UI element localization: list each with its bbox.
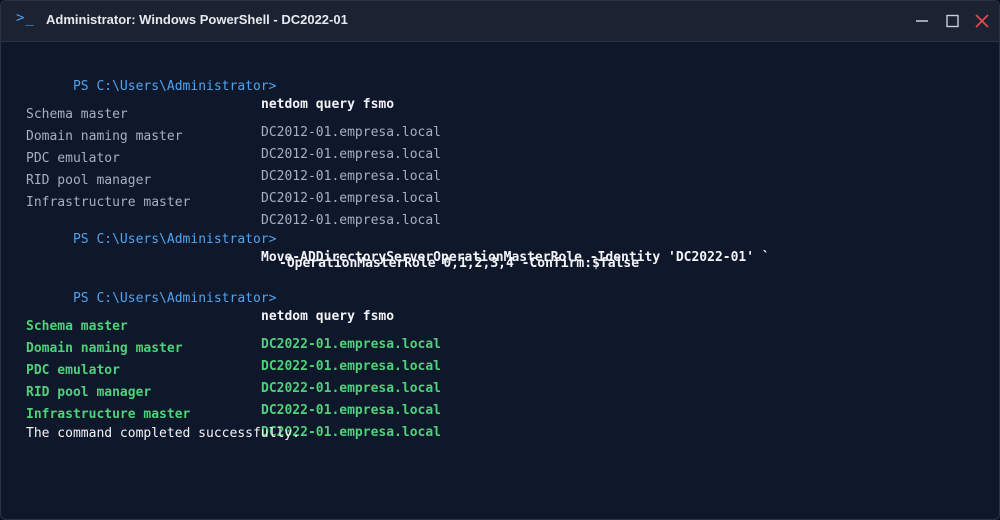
output-row: RID pool manager DC2012-01.empresa.local bbox=[26, 154, 441, 206]
powershell-icon: >_ bbox=[16, 10, 35, 26]
fsmo-holder: DC2022-01.empresa.local bbox=[261, 359, 442, 374]
continuation-line: -OperationMasterRole 0,1,2,3,4 -Confirm:… bbox=[26, 237, 639, 271]
output-row: RID pool manager DC2022-01.empresa.local bbox=[26, 366, 441, 418]
output-row: Domain naming master DC2012-01.empresa.l… bbox=[26, 110, 441, 162]
output-row: Schema master DC2022-01.empresa.local bbox=[26, 300, 441, 352]
maximize-button[interactable] bbox=[939, 9, 965, 33]
prompt: PS C:\Users\Administrator> bbox=[72, 232, 277, 247]
output-row: PDC emulator DC2022-01.empresa.local bbox=[26, 344, 441, 396]
fsmo-holder: DC2022-01.empresa.local bbox=[261, 381, 442, 396]
fsmo-holder: DC2012-01.empresa.local bbox=[261, 213, 442, 228]
fsmo-holder: DC2012-01.empresa.local bbox=[261, 125, 442, 140]
close-icon bbox=[975, 14, 989, 28]
fsmo-role: Infrastructure master bbox=[26, 407, 191, 422]
window-title: Administrator: Windows PowerShell - DC20… bbox=[46, 12, 348, 27]
prompt-line-3: PS C:\Users\Administrator> netdom query … bbox=[26, 272, 394, 324]
command-continuation: -OperationMasterRole 0,1,2,3,4 -Confirm:… bbox=[279, 256, 640, 271]
minimize-button[interactable] bbox=[909, 9, 935, 33]
output-row: Domain naming master DC2022-01.empresa.l… bbox=[26, 322, 441, 374]
maximize-icon bbox=[946, 14, 959, 28]
output-row: PDC emulator DC2012-01.empresa.local bbox=[26, 132, 441, 184]
fsmo-holder: DC2022-01.empresa.local bbox=[261, 403, 442, 418]
prompt-line-2: PS C:\Users\Administrator> Move-ADDirect… bbox=[26, 213, 770, 265]
minimize-icon bbox=[916, 20, 928, 22]
powershell-window: >_ Administrator: Windows PowerShell - D… bbox=[0, 0, 1000, 520]
terminal-output[interactable]: PS C:\Users\Administrator> netdom query … bbox=[1, 42, 999, 519]
title-bar[interactable]: >_ Administrator: Windows PowerShell - D… bbox=[1, 1, 999, 42]
command-text: netdom query fsmo bbox=[261, 309, 395, 324]
output-row: Schema master DC2012-01.empresa.local bbox=[26, 88, 441, 140]
prompt-line-1: PS C:\Users\Administrator> netdom query … bbox=[26, 60, 394, 112]
fsmo-holder: DC2012-01.empresa.local bbox=[261, 191, 442, 206]
command-text: netdom query fsmo bbox=[261, 97, 395, 112]
close-button[interactable] bbox=[969, 9, 995, 33]
output-row: Infrastructure master DC2022-01.empresa.… bbox=[26, 388, 441, 440]
fsmo-role: Infrastructure master bbox=[26, 195, 191, 210]
result-message: The command completed successfully. bbox=[26, 426, 300, 441]
fsmo-holder: DC2012-01.empresa.local bbox=[261, 169, 442, 184]
fsmo-holder: DC2012-01.empresa.local bbox=[261, 147, 442, 162]
prompt: PS C:\Users\Administrator> bbox=[72, 79, 277, 94]
output-row: Infrastructure master DC2012-01.empresa.… bbox=[26, 176, 441, 228]
prompt: PS C:\Users\Administrator> bbox=[72, 291, 277, 306]
fsmo-holder: DC2022-01.empresa.local bbox=[261, 337, 442, 352]
